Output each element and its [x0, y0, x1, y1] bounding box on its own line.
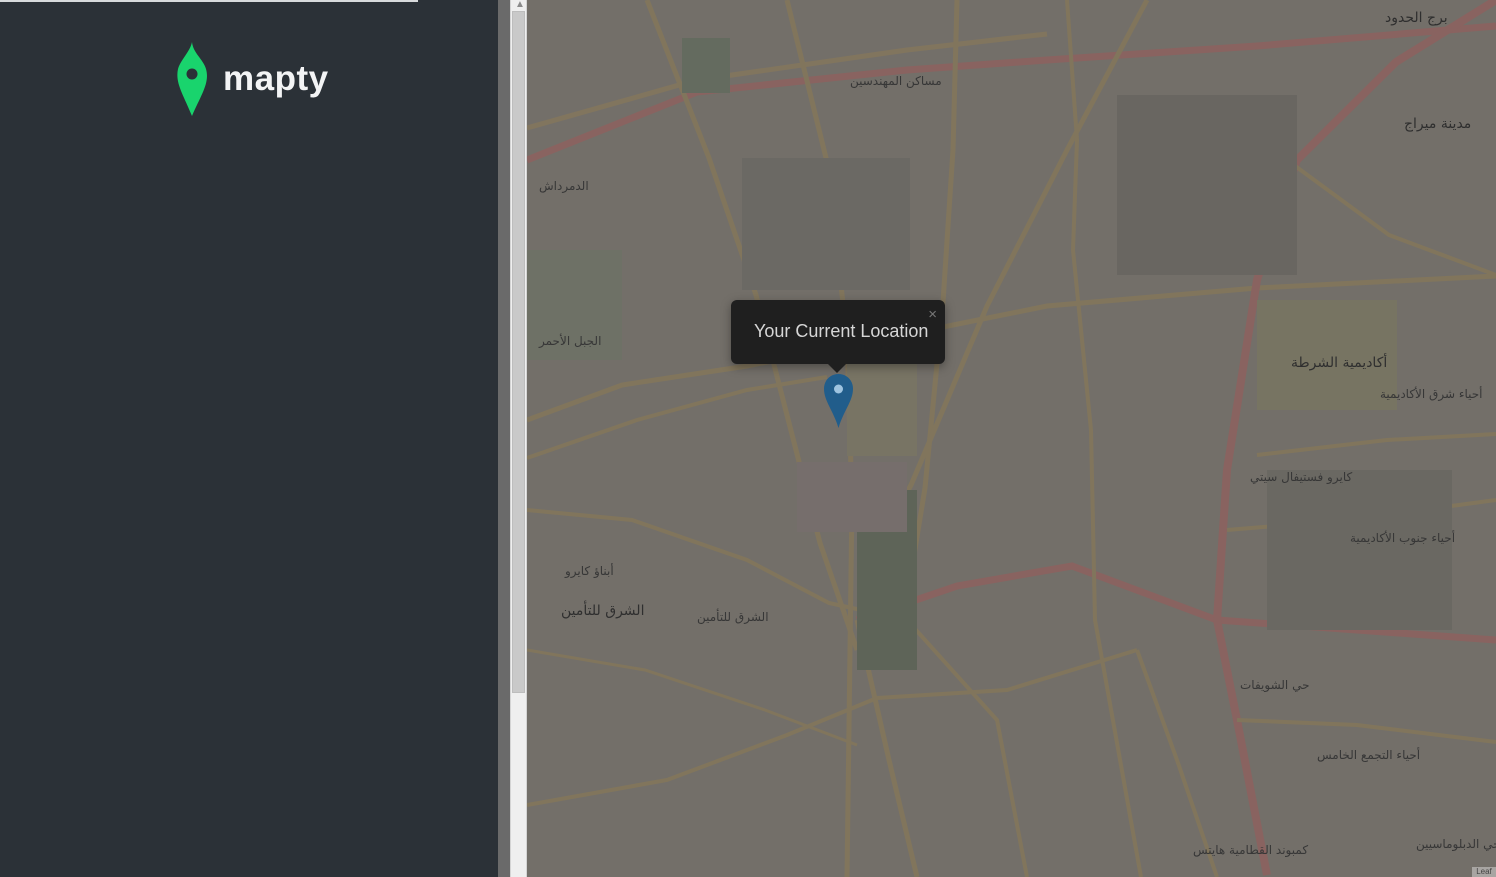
- map-tiles[interactable]: [527, 0, 1496, 877]
- map-label: أحياء جنوب الأكاديمية: [1350, 531, 1456, 545]
- location-marker-icon[interactable]: [824, 374, 853, 428]
- map-label: الشرق للتأمين: [697, 610, 769, 624]
- app-name: mapty: [223, 58, 329, 98]
- sidebar: mapty: [0, 0, 498, 877]
- map-label: الدمرداش: [539, 179, 589, 193]
- map-label: مدينة ميراج: [1404, 116, 1472, 132]
- map-label: برج الحدود: [1385, 10, 1448, 26]
- map-label: كمبوند القطامية هايتس: [1193, 843, 1309, 857]
- location-pin-icon: [177, 42, 207, 116]
- app-logo: mapty: [176, 42, 329, 116]
- map-label: حي الشويفات: [1240, 678, 1310, 692]
- app-window: mapty ▲ برج الحدود مدينة ميراج مساكن الم…: [0, 0, 1496, 877]
- map-label: أبناؤ كايرو: [565, 564, 614, 578]
- map-label: أكاديمية الشرطة: [1291, 355, 1388, 371]
- sidebar-top-border: [0, 0, 418, 2]
- scroll-thumb[interactable]: [512, 11, 525, 693]
- map-label: مساكن المهندسين: [850, 74, 942, 88]
- map-label: الشرق للتأمين: [561, 603, 645, 619]
- map-label: أحياء شرق الأكاديمية: [1380, 387, 1483, 401]
- scrollbar[interactable]: ▲: [510, 0, 527, 877]
- map-label: أحياء التجمع الخامس: [1317, 748, 1421, 762]
- map-label: حي الدبلوماسيين: [1416, 837, 1496, 851]
- map-attribution[interactable]: Leaf: [1472, 867, 1496, 877]
- map-label: كايرو فستيفال سيتي: [1250, 470, 1353, 484]
- popup-title: Your Current Location: [754, 321, 929, 341]
- scroll-up-icon[interactable]: ▲: [515, 0, 525, 10]
- location-popup: Your Current Location ×: [731, 300, 945, 373]
- map-label: الجبل الأحمر: [539, 334, 602, 348]
- map-left-edge: [498, 0, 510, 877]
- close-icon[interactable]: ×: [928, 307, 937, 322]
- map-view[interactable]: 16 برج الحدود مدينة ميراج مساكن المهندسي…: [527, 0, 1496, 877]
